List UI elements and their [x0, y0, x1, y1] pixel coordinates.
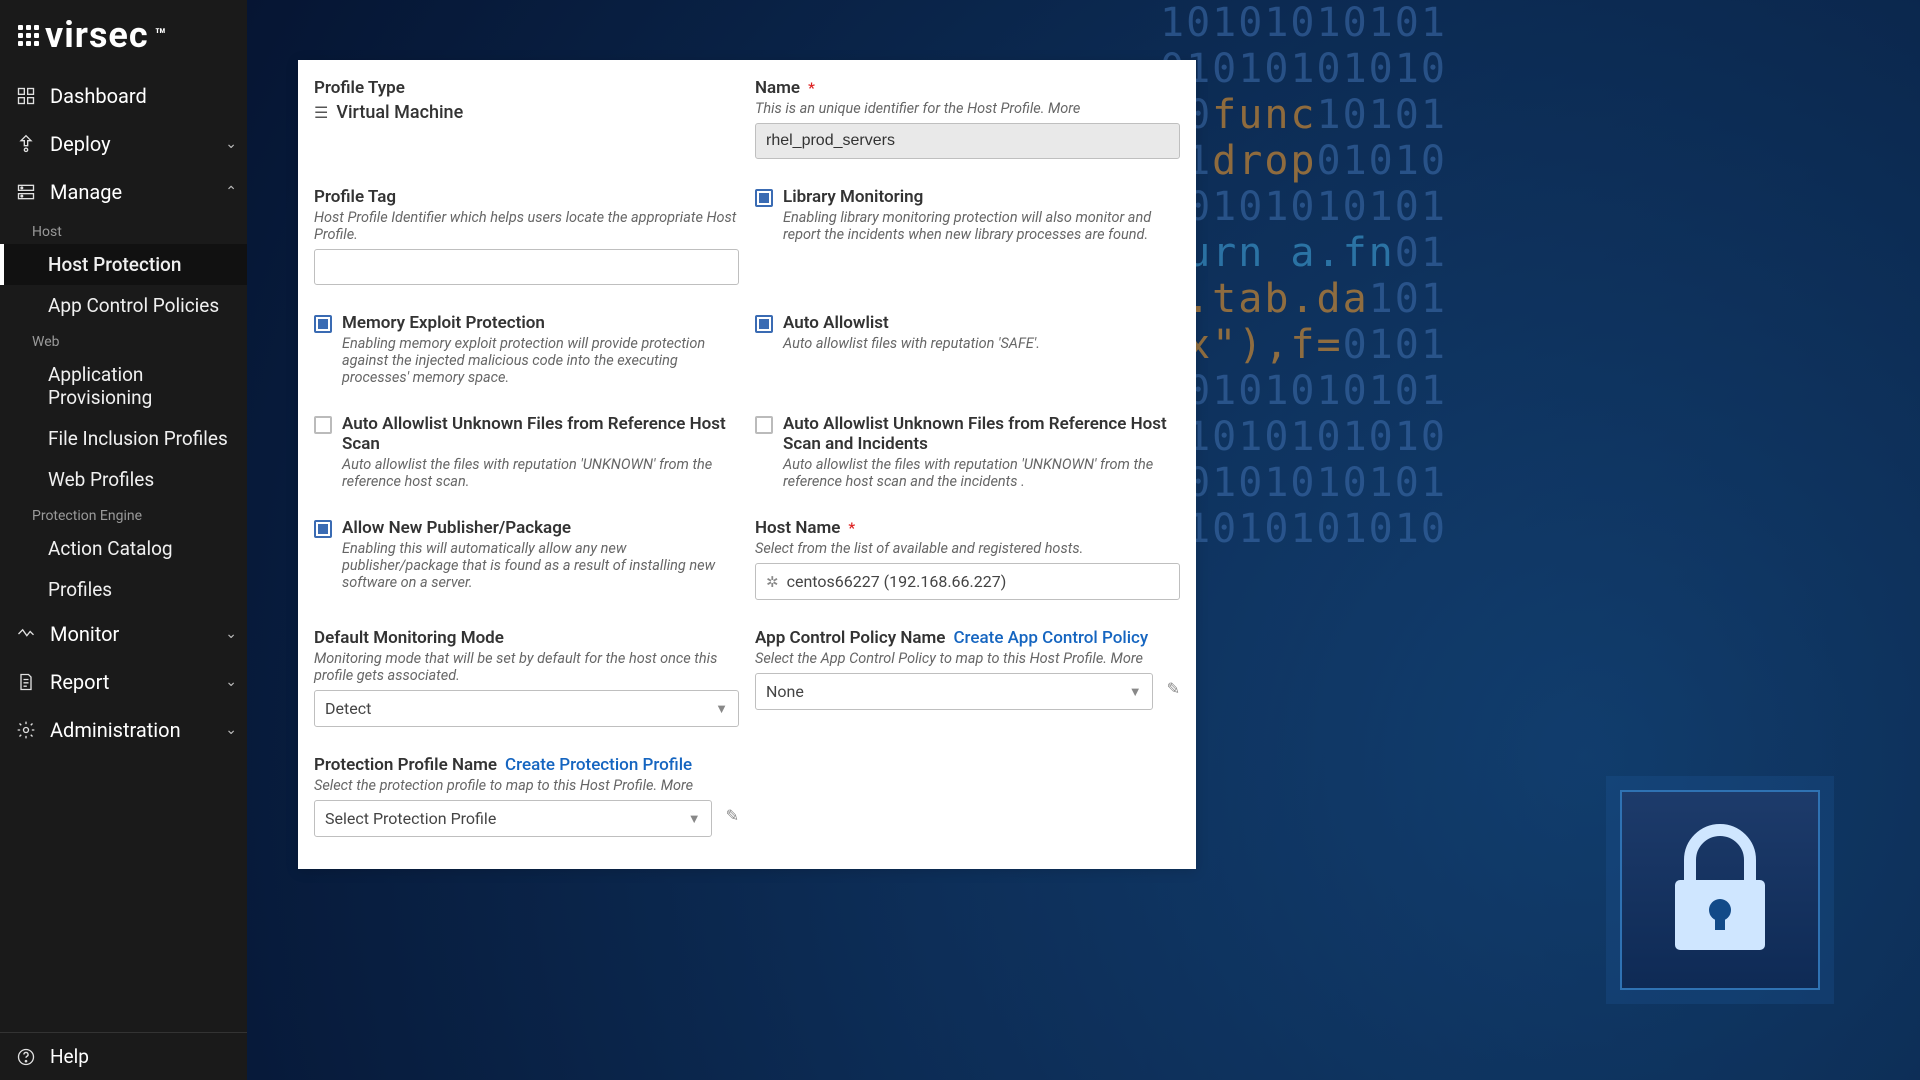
app-control-policy-select[interactable]: None ▼: [755, 673, 1153, 710]
nav-group-web: Web: [0, 326, 247, 354]
nav-web-profiles[interactable]: Web Profiles: [0, 459, 247, 500]
nav-dashboard-label: Dashboard: [50, 84, 147, 108]
nav-deploy-label: Deploy: [50, 132, 111, 156]
default-mode-help: Monitoring mode that will be set by defa…: [314, 650, 739, 684]
edit-icon[interactable]: ✎: [726, 806, 739, 825]
nav-administration-label: Administration: [50, 718, 181, 742]
protection-profile-value: Select Protection Profile: [325, 809, 688, 828]
chevron-down-icon: ▼: [715, 701, 728, 717]
name-help: This is an unique identifier for the Hos…: [755, 100, 1180, 117]
dashboard-icon: [16, 86, 36, 106]
auto-unknown-scan-incidents-checkbox[interactable]: [755, 416, 773, 434]
logo-text: virsec: [45, 14, 149, 56]
library-monitoring-label: Library Monitoring: [783, 187, 923, 207]
auto-allowlist-label: Auto Allowlist: [783, 313, 889, 333]
chevron-up-icon: ⌃: [225, 184, 237, 200]
default-mode-select[interactable]: Detect ▼: [314, 690, 739, 727]
nav-dashboard[interactable]: Dashboard: [0, 72, 247, 120]
nav-help[interactable]: Help: [0, 1033, 247, 1080]
chevron-down-icon: ⌄: [225, 722, 237, 738]
protection-profile-select[interactable]: Select Protection Profile ▼: [314, 800, 712, 837]
chevron-down-icon: ▼: [1129, 684, 1142, 700]
create-app-control-policy-link[interactable]: Create App Control Policy: [953, 628, 1148, 648]
allow-new-publisher-help: Enabling this will automatically allow a…: [342, 540, 739, 591]
host-name-label: Host Name*: [755, 518, 855, 538]
chevron-down-icon: ⌄: [225, 626, 237, 642]
nav-profiles[interactable]: Profiles: [0, 569, 247, 610]
logo: virsec™: [0, 0, 247, 66]
nav-administration[interactable]: Administration ⌄: [0, 706, 247, 754]
nav-group-host: Host: [0, 216, 247, 244]
profile-tag-label: Profile Tag: [314, 187, 396, 207]
create-protection-profile-link[interactable]: Create Protection Profile: [505, 755, 692, 775]
name-input[interactable]: [755, 123, 1180, 159]
nav-file-inclusion-profiles[interactable]: File Inclusion Profiles: [0, 418, 247, 459]
library-monitoring-help: Enabling library monitoring protection w…: [783, 209, 1180, 243]
auto-unknown-scan-checkbox[interactable]: [314, 416, 332, 434]
memory-exploit-label: Memory Exploit Protection: [342, 313, 545, 333]
nav-group-protection-engine: Protection Engine: [0, 500, 247, 528]
nav-app-control-policies[interactable]: App Control Policies: [0, 285, 247, 326]
host-name-value: centos66227 (192.168.66.227): [787, 572, 1169, 591]
auto-unknown-scan-incidents-help: Auto allowlist the files with reputation…: [783, 456, 1180, 490]
nav-report[interactable]: Report ⌄: [0, 658, 247, 706]
chevron-down-icon: ⌄: [225, 674, 237, 690]
auto-allowlist-help: Auto allowlist files with reputation 'SA…: [783, 335, 1040, 352]
host-name-select[interactable]: ✲ centos66227 (192.168.66.227): [755, 563, 1180, 600]
monitor-icon: [16, 624, 36, 644]
memory-exploit-help: Enabling memory exploit protection will …: [342, 335, 739, 386]
logo-dots-icon: [18, 25, 39, 46]
nav-help-label: Help: [50, 1045, 89, 1068]
allow-new-publisher-checkbox[interactable]: [314, 520, 332, 538]
nav-manage-label: Manage: [50, 180, 122, 204]
nav-report-label: Report: [50, 670, 109, 694]
sidebar: virsec™ Dashboard Deploy ⌄ Manage ⌃ Host…: [0, 0, 247, 1080]
name-label: Name*: [755, 78, 815, 98]
edit-icon[interactable]: ✎: [1167, 679, 1180, 698]
nav-monitor[interactable]: Monitor ⌄: [0, 610, 247, 658]
default-mode-label: Default Monitoring Mode: [314, 628, 504, 648]
profile-type-text: Virtual Machine: [336, 102, 463, 123]
app-control-policy-value: None: [766, 682, 1129, 701]
auto-unknown-scan-help: Auto allowlist the files with reputation…: [342, 456, 739, 490]
nav-deploy[interactable]: Deploy ⌄: [0, 120, 247, 168]
default-mode-value: Detect: [325, 699, 715, 718]
profile-tag-input[interactable]: [314, 249, 739, 285]
profile-type-value: ☰ Virtual Machine: [314, 102, 739, 123]
chevron-down-icon: ▼: [688, 811, 701, 827]
gear-icon: [16, 720, 36, 740]
host-gear-icon: ✲: [766, 573, 779, 591]
app-control-policy-help: Select the App Control Policy to map to …: [755, 650, 1180, 667]
auto-unknown-scan-incidents-label: Auto Allowlist Unknown Files from Refere…: [783, 414, 1180, 454]
nav-action-catalog[interactable]: Action Catalog: [0, 528, 247, 569]
nav: Dashboard Deploy ⌄ Manage ⌃ Host Host Pr…: [0, 66, 247, 1032]
protection-profile-label: Protection Profile Name: [314, 755, 497, 775]
chevron-down-icon: ⌄: [225, 136, 237, 152]
nav-footer: Help: [0, 1032, 247, 1080]
profile-type-label: Profile Type: [314, 78, 405, 98]
auto-allowlist-checkbox[interactable]: [755, 315, 773, 333]
host-profile-form: Profile Type ☰ Virtual Machine Name* Thi…: [298, 60, 1196, 869]
protection-profile-help: Select the protection profile to map to …: [314, 777, 739, 794]
app-control-policy-label: App Control Policy Name: [755, 628, 945, 648]
memory-exploit-checkbox[interactable]: [314, 315, 332, 333]
profile-tag-help: Host Profile Identifier which helps user…: [314, 209, 739, 243]
auto-unknown-scan-label: Auto Allowlist Unknown Files from Refere…: [342, 414, 739, 454]
nav-monitor-label: Monitor: [50, 622, 119, 646]
lock-badge: [1620, 790, 1820, 990]
vm-icon: ☰: [314, 103, 328, 122]
allow-new-publisher-label: Allow New Publisher/Package: [342, 518, 571, 538]
report-icon: [16, 672, 36, 692]
nav-manage[interactable]: Manage ⌃: [0, 168, 247, 216]
deploy-icon: [16, 134, 36, 154]
manage-icon: [16, 182, 36, 202]
host-name-help: Select from the list of available and re…: [755, 540, 1180, 557]
library-monitoring-checkbox[interactable]: [755, 189, 773, 207]
nav-application-provisioning[interactable]: Application Provisioning: [0, 354, 247, 418]
nav-host-protection[interactable]: Host Protection: [0, 244, 247, 285]
help-icon: [16, 1047, 36, 1067]
